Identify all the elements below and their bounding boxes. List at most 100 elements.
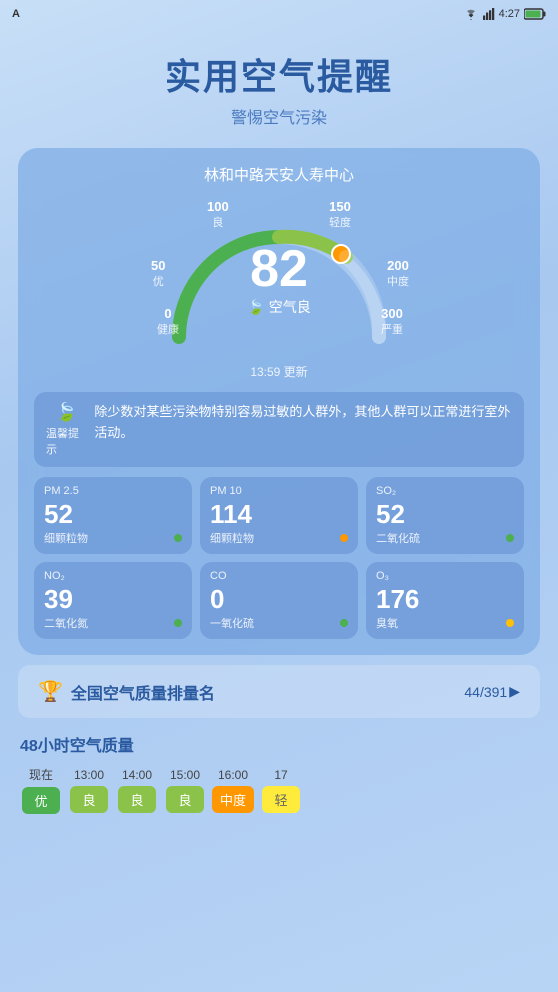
- warning-icon-wrap: 🍃 温馨提示: [46, 402, 86, 457]
- metric-name: PM 10: [210, 485, 242, 497]
- update-time: 13:59 更新: [34, 363, 524, 380]
- quality-time-col: 现在 优: [20, 766, 62, 814]
- app-title: 实用空气提醒: [0, 48, 558, 100]
- header: 实用空气提醒 警惕空气污染: [0, 28, 558, 138]
- quality-title: 48小时空气质量: [20, 732, 538, 756]
- status-dot: [174, 534, 182, 542]
- gauge-center: 82 🍃 空气良: [247, 243, 310, 317]
- app-indicator: A: [12, 8, 20, 20]
- gauge-label-50: 50 优: [151, 258, 165, 289]
- app-subtitle: 警惕空气污染: [0, 104, 558, 128]
- ranking-left: 🏆 全国空气质量排量名: [38, 679, 215, 704]
- metric-value: 52: [376, 499, 514, 530]
- warning-tag: 温馨提示: [46, 425, 86, 457]
- gauge-container: 0 健康 50 优 100 良 150 轻度 200 中度 300 严重: [159, 197, 399, 357]
- metric-value: 52: [44, 499, 182, 530]
- metric-footer: 细颗粒物: [44, 530, 182, 546]
- ranking-right: 44/391 ▶: [464, 683, 520, 700]
- gauge-label-300: 300 严重: [381, 306, 403, 337]
- ranking-text: 全国空气质量排量名: [71, 680, 215, 704]
- metric-footer: 细颗粒物: [210, 530, 348, 546]
- metric-name: CO: [210, 570, 227, 582]
- metrics-grid: PM 2.5 52 细颗粒物 PM 10 114 细颗粒物 SO₂ 52 二氧化…: [34, 477, 524, 639]
- quality-time-col: 13:00 良: [68, 768, 110, 813]
- status-dot: [506, 534, 514, 542]
- warning-leaf-icon: 🍃: [55, 402, 77, 423]
- status-bar: A 4:27: [0, 0, 558, 28]
- quality-time: 14:00: [122, 768, 152, 782]
- metric-label: 臭氧: [376, 615, 398, 631]
- quality-badge: 良: [70, 786, 108, 813]
- metric-value: 0: [210, 584, 348, 615]
- metric-footer: 二氧化氮: [44, 615, 182, 631]
- quality-row: 现在 优 13:00 良 14:00 良 15:00 良 16:00 中度 17…: [20, 766, 538, 814]
- metric-value: 176: [376, 584, 514, 615]
- quality-badge: 良: [118, 786, 156, 813]
- metric-footer: 一氧化硫: [210, 615, 348, 631]
- status-dot: [174, 619, 182, 627]
- metric-header: PM 2.5: [44, 485, 182, 497]
- gauge-label-200: 200 中度: [387, 258, 409, 289]
- location-label: 林和中路天安人寿中心: [34, 164, 524, 185]
- metric-card: CO 0 一氧化硫: [200, 562, 358, 639]
- gauge-labels: 0 健康 50 优 100 良 150 轻度 200 中度 300 严重: [159, 197, 399, 357]
- metric-name: SO₂: [376, 485, 396, 497]
- gauge-number: 82: [247, 243, 310, 295]
- quality-time: 15:00: [170, 768, 200, 782]
- quality-badge: 良: [166, 786, 204, 813]
- wifi-icon: [463, 8, 479, 20]
- quality-time-col: 17 轻: [260, 768, 302, 813]
- quality-time-col: 14:00 良: [116, 768, 158, 813]
- warning-box: 🍃 温馨提示 除少数对某些污染物特别容易过敏的人群外，其他人群可以正常进行室外活…: [34, 392, 524, 467]
- metric-header: SO₂: [376, 485, 514, 497]
- quality-time-col: 15:00 良: [164, 768, 206, 813]
- quality-time: 现在: [29, 766, 53, 783]
- leaf-icon: 🍃: [247, 299, 264, 316]
- status-right: 4:27: [463, 8, 546, 20]
- metric-name: O₃: [376, 570, 389, 582]
- ranking-value: 44/391: [464, 684, 507, 700]
- quality-badge: 中度: [212, 786, 254, 813]
- metric-card: NO₂ 39 二氧化氮: [34, 562, 192, 639]
- gauge-label-100: 100 良: [207, 199, 229, 230]
- quality-time-col: 16:00 中度: [212, 768, 254, 813]
- metric-label: 细颗粒物: [210, 530, 254, 546]
- gauge-label-150: 150 轻度: [329, 199, 351, 230]
- metric-label: 二氧化硫: [376, 530, 420, 546]
- quality-time: 13:00: [74, 768, 104, 782]
- metric-label: 一氧化硫: [210, 615, 254, 631]
- main-card: 林和中路天安人寿中心 0 健康 50 优 100: [18, 148, 540, 655]
- metric-footer: 臭氧: [376, 615, 514, 631]
- signal-icon: [483, 8, 495, 20]
- status-dot: [340, 534, 348, 542]
- quality-badge: 优: [22, 787, 60, 814]
- metric-value: 39: [44, 584, 182, 615]
- gauge-label-0: 0 健康: [157, 306, 179, 337]
- metric-header: O₃: [376, 570, 514, 582]
- quality-time: 17: [274, 768, 287, 782]
- metric-value: 114: [210, 499, 348, 530]
- status-dot: [506, 619, 514, 627]
- metric-header: PM 10: [210, 485, 348, 497]
- quality-section: 48小时空气质量 现在 优 13:00 良 14:00 良 15:00 良 16…: [0, 718, 558, 824]
- gauge-quality: 🍃 空气良: [247, 297, 310, 317]
- metric-name: NO₂: [44, 570, 65, 582]
- metric-card: SO₂ 52 二氧化硫: [366, 477, 524, 554]
- ranking-section[interactable]: 🏆 全国空气质量排量名 44/391 ▶: [18, 665, 540, 718]
- ranking-arrow: ▶: [509, 683, 520, 700]
- trophy-icon: 🏆: [38, 679, 63, 704]
- metric-card: PM 10 114 细颗粒物: [200, 477, 358, 554]
- warning-text: 除少数对某些污染物特别容易过敏的人群外，其他人群可以正常进行室外活动。: [94, 402, 512, 444]
- quality-badge: 轻: [262, 786, 300, 813]
- metric-name: PM 2.5: [44, 485, 79, 497]
- metric-header: CO: [210, 570, 348, 582]
- metric-card: PM 2.5 52 细颗粒物: [34, 477, 192, 554]
- battery-icon: [524, 8, 546, 20]
- metric-label: 二氧化氮: [44, 615, 88, 631]
- quality-time: 16:00: [218, 768, 248, 782]
- status-dot: [340, 619, 348, 627]
- metric-header: NO₂: [44, 570, 182, 582]
- time-display: 4:27: [499, 8, 520, 20]
- metric-footer: 二氧化硫: [376, 530, 514, 546]
- metric-label: 细颗粒物: [44, 530, 88, 546]
